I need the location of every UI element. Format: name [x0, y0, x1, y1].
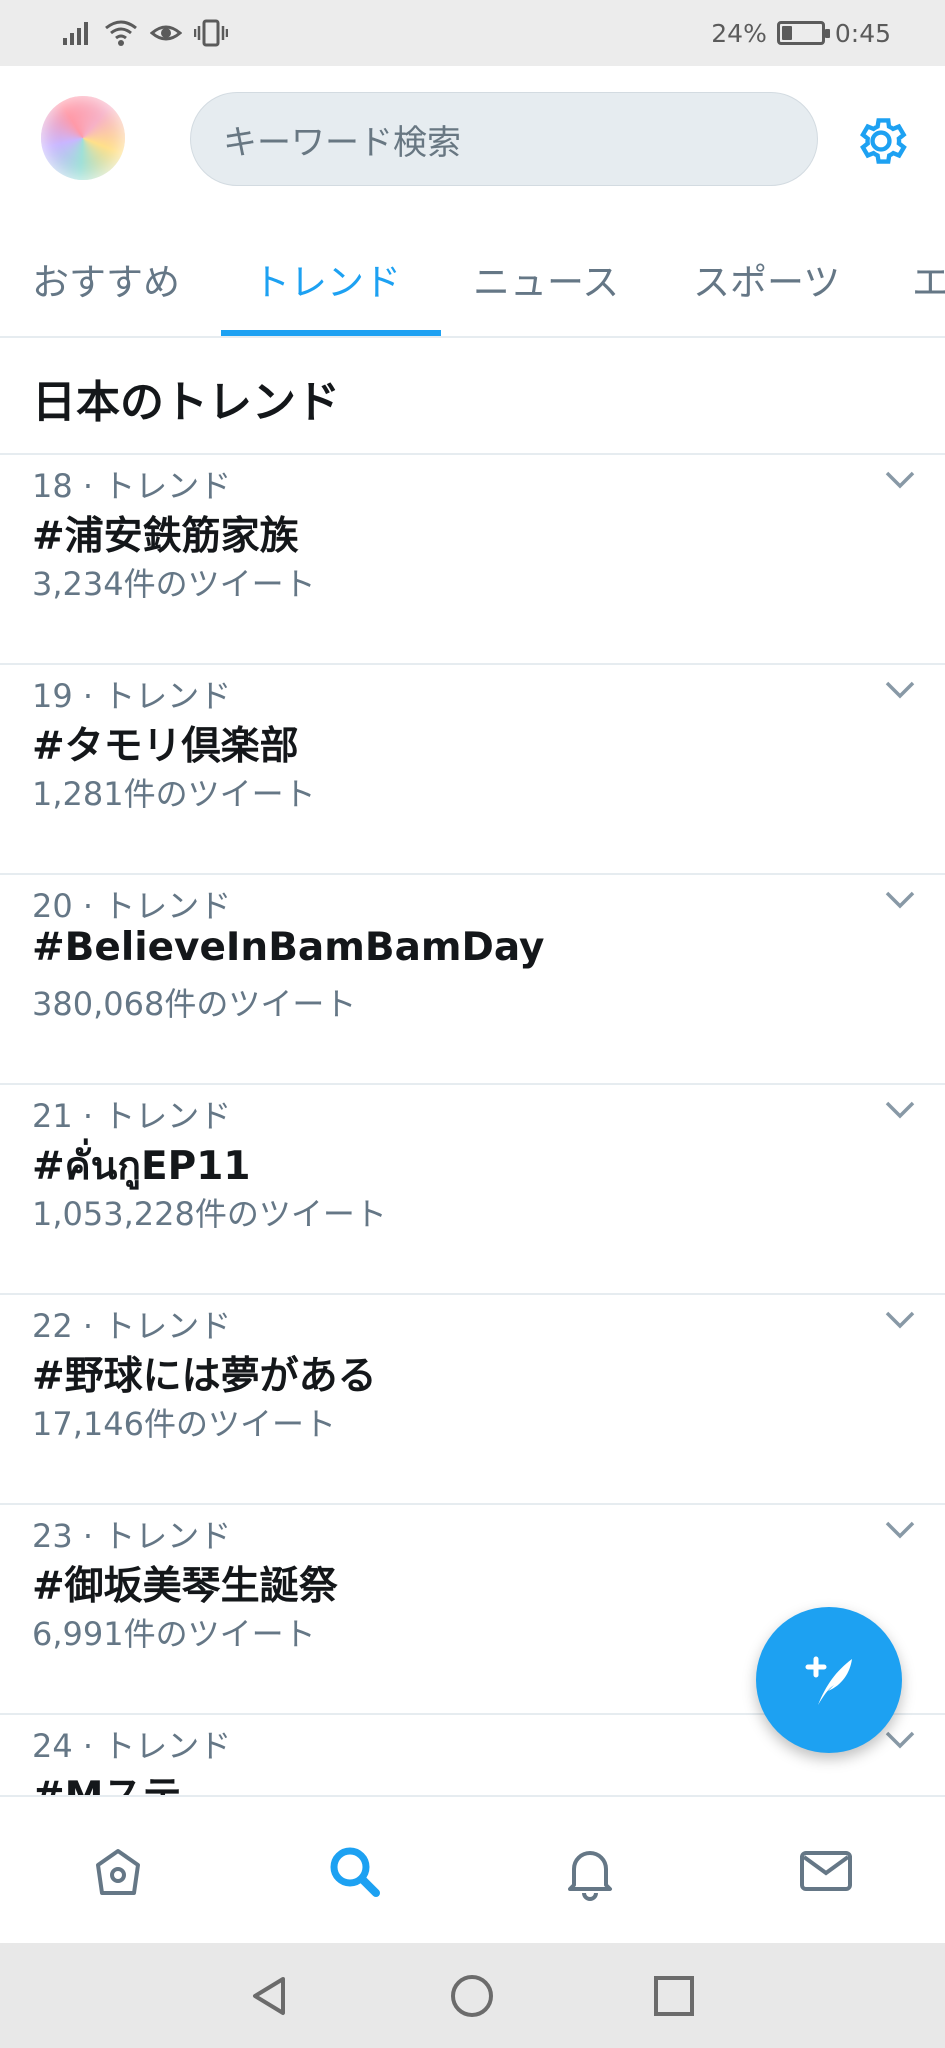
- status-icons: [62, 19, 228, 47]
- tab-entertainment[interactable]: エ: [912, 252, 945, 306]
- chevron-down-icon[interactable]: [884, 1729, 916, 1751]
- trend-tweet-count: 3,234件のツイート: [32, 565, 316, 603]
- trend-rank: 23 · トレンド: [32, 1517, 232, 1555]
- system-nav-bar: [0, 1943, 945, 2048]
- compose-feather-icon: [805, 1656, 852, 1705]
- status-right: 24% 0:45: [711, 19, 891, 48]
- signal-icon: [63, 22, 88, 45]
- trend-name: #คั่นกูEP11: [32, 1144, 251, 1189]
- trend-item[interactable]: 18 · トレンド #浦安鉄筋家族 3,234件のツイート: [0, 455, 945, 665]
- search-input[interactable]: キーワード検索: [190, 92, 818, 186]
- trend-name: #野球には夢がある: [32, 1354, 377, 1399]
- chevron-down-icon[interactable]: [884, 469, 916, 491]
- trend-item[interactable]: 21 · トレンド #คั่นกูEP11 1,053,228件のツイート: [0, 1085, 945, 1295]
- gear-icon[interactable]: [852, 112, 910, 170]
- home-icon[interactable]: [88, 1841, 148, 1901]
- tab-news[interactable]: ニュース: [473, 252, 619, 306]
- trend-tweet-count: 1,281件のツイート: [32, 775, 316, 813]
- search-placeholder: キーワード検索: [223, 122, 461, 163]
- chevron-down-icon[interactable]: [884, 679, 916, 701]
- eye-icon: [150, 25, 182, 41]
- back-icon[interactable]: [247, 1973, 293, 2019]
- chevron-down-icon[interactable]: [884, 1309, 916, 1331]
- trend-item[interactable]: 22 · トレンド #野球には夢がある 17,146件のツイート: [0, 1295, 945, 1505]
- search-icon[interactable]: [324, 1841, 384, 1901]
- trend-item[interactable]: 19 · トレンド #タモリ倶楽部 1,281件のツイート: [0, 665, 945, 875]
- vibrate-icon: [194, 19, 228, 47]
- wifi-icon: [105, 20, 137, 46]
- compose-tweet-button[interactable]: [756, 1607, 902, 1753]
- chevron-down-icon[interactable]: [884, 889, 916, 911]
- home-circle-icon[interactable]: [449, 1973, 495, 2019]
- chevron-down-icon[interactable]: [884, 1519, 916, 1541]
- trend-name: #タモリ倶楽部: [32, 724, 299, 769]
- recents-icon[interactable]: [651, 1973, 697, 2019]
- trend-rank: 20 · トレンド: [32, 887, 232, 925]
- battery-fill: [781, 26, 792, 40]
- status-time: 0:45: [834, 18, 891, 48]
- tab-sports[interactable]: スポーツ: [693, 252, 840, 306]
- explore-tabs: おすすめ トレンド ニュース スポーツ エ: [0, 206, 945, 338]
- battery-icon: [776, 21, 830, 45]
- avatar[interactable]: [41, 96, 125, 180]
- chevron-down-icon[interactable]: [884, 1099, 916, 1121]
- app-header: キーワード検索: [0, 66, 945, 206]
- trend-name: #浦安鉄筋家族: [32, 514, 299, 559]
- trend-list: 18 · トレンド #浦安鉄筋家族 3,234件のツイート 19 · トレンド …: [0, 455, 945, 1795]
- trend-tweet-count: 6,991件のツイート: [32, 1615, 316, 1653]
- trend-name: #Mステ: [32, 1765, 182, 1795]
- trend-rank: 24 · トレンド: [32, 1727, 232, 1765]
- bottom-nav: [0, 1795, 945, 1943]
- section-title: 日本のトレンド: [32, 377, 340, 428]
- battery-percent: 24%: [711, 18, 767, 48]
- notifications-icon[interactable]: [560, 1841, 620, 1901]
- trend-rank: 21 · トレンド: [32, 1097, 232, 1135]
- trend-rank: 22 · トレンド: [32, 1307, 232, 1345]
- trend-name: #BelieveInBamBamDay: [32, 925, 545, 970]
- status-bar: 24% 0:45: [0, 0, 945, 66]
- trend-name: #御坂美琴生誕祭: [32, 1564, 338, 1609]
- tab-recommended[interactable]: おすすめ: [32, 252, 180, 306]
- trend-rank: 19 · トレンド: [32, 677, 232, 715]
- active-tab-indicator: [221, 330, 441, 336]
- tab-trends[interactable]: トレンド: [253, 252, 401, 306]
- trend-item[interactable]: 20 · トレンド #BelieveInBamBamDay 380,068件のツ…: [0, 875, 945, 1085]
- trend-tweet-count: 1,053,228件のツイート: [32, 1195, 387, 1233]
- trend-tweet-count: 380,068件のツイート: [32, 985, 357, 1023]
- messages-icon[interactable]: [796, 1841, 856, 1901]
- trend-tweet-count: 17,146件のツイート: [32, 1405, 336, 1443]
- trend-rank: 18 · トレンド: [32, 467, 232, 505]
